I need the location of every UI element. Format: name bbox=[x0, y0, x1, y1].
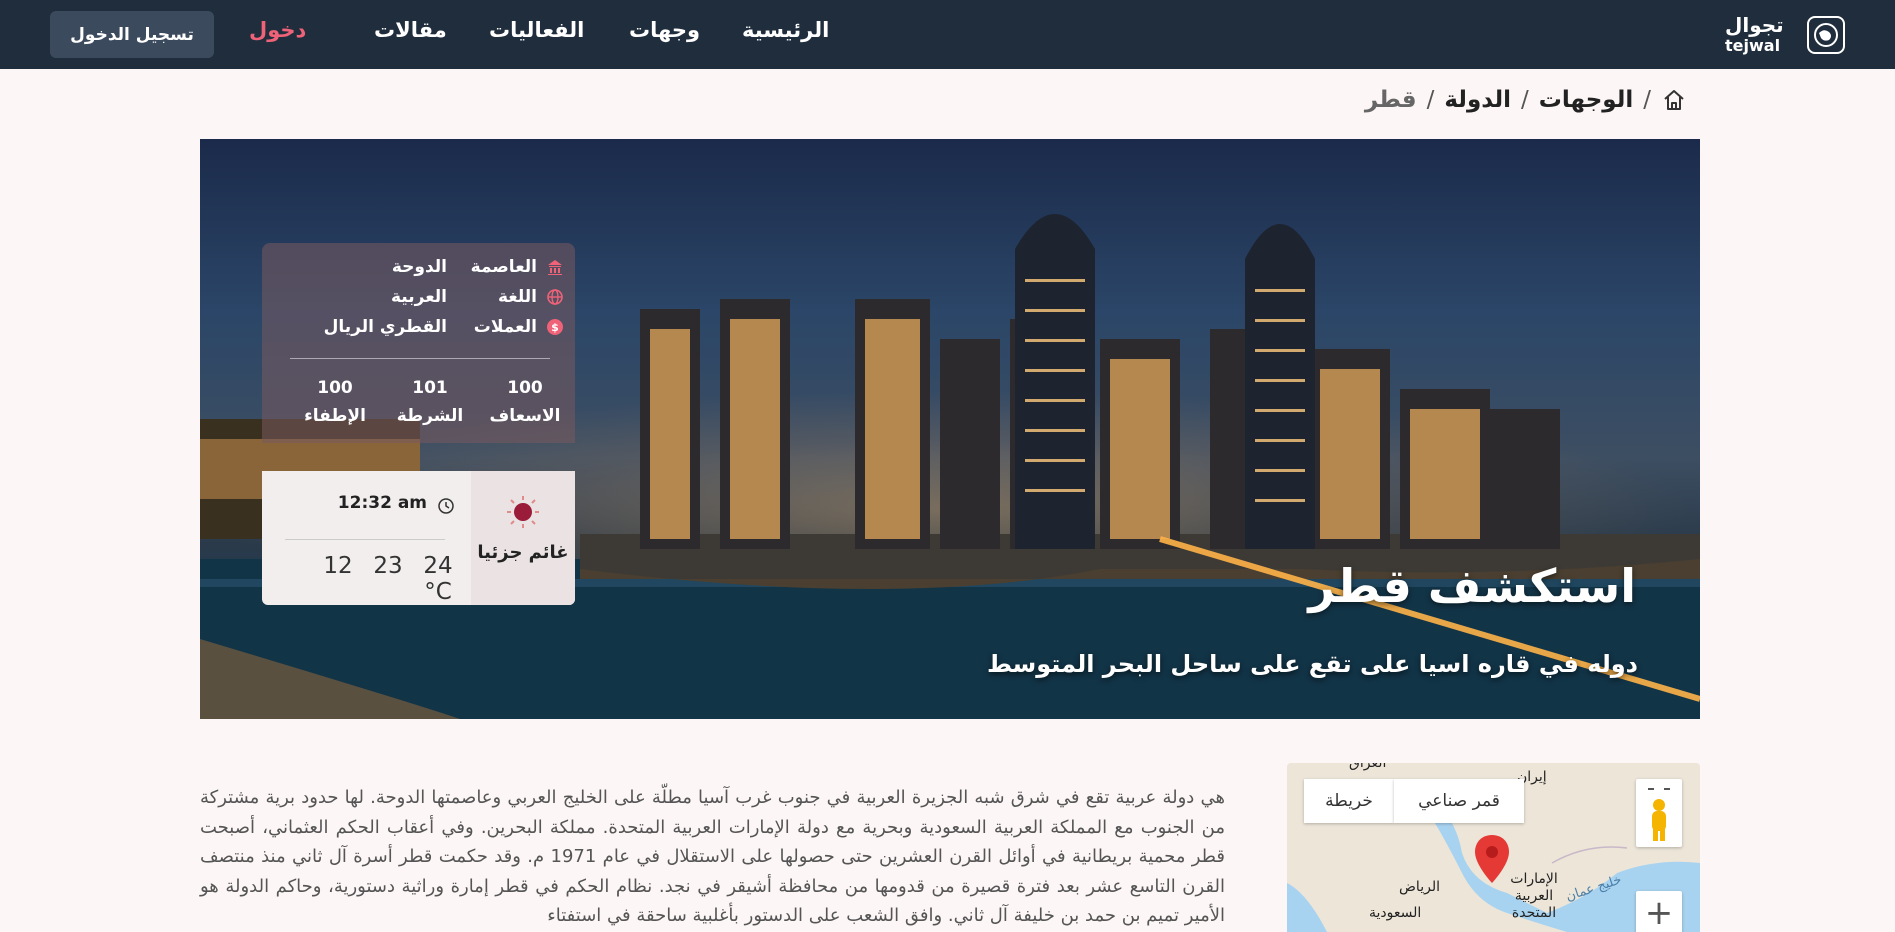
emergency-ambulance: 100 الاسعاف bbox=[485, 378, 565, 426]
hero-title: استكشف قطر bbox=[1308, 559, 1636, 613]
capital-building-icon bbox=[545, 257, 565, 277]
language-label: اللغة bbox=[497, 287, 537, 307]
weather-condition: غائم جزئيا bbox=[477, 542, 569, 563]
map-type-satellite-button[interactable]: قمر صناعي bbox=[1394, 779, 1524, 823]
capital-value: الدوحة bbox=[391, 257, 447, 277]
nav-link-events[interactable]: الفعاليات bbox=[489, 18, 584, 42]
map-label-saudi: السعودية bbox=[1369, 905, 1422, 921]
weather-divider bbox=[285, 539, 445, 540]
hero-subtitle: دوله في قاره اسيا على تقع على ساحل البحر… bbox=[986, 650, 1638, 678]
weather-widget: غائم جزئيا 12:32 am 12 23 24 °C bbox=[262, 471, 575, 605]
temperature-current: 24 °C bbox=[423, 553, 453, 605]
currency-label: العملات bbox=[473, 317, 537, 337]
breadcrumb-destinations[interactable]: الوجهات bbox=[1539, 87, 1633, 113]
info-language: اللغة العربية bbox=[391, 285, 565, 309]
nav-link-home[interactable]: الرئيسية bbox=[742, 18, 829, 42]
country-map[interactable]: العراق إيران الرياض السعودية الإمارات ال… bbox=[1287, 763, 1700, 932]
breadcrumb-current: قطر bbox=[1364, 87, 1417, 113]
info-currency: $ العملات القطري الريال bbox=[324, 315, 565, 339]
map-marker-icon[interactable] bbox=[1475, 835, 1509, 883]
emergency-police: 101 الشرطة bbox=[390, 378, 470, 426]
police-number: 101 bbox=[412, 378, 448, 398]
home-icon[interactable] bbox=[1661, 87, 1687, 113]
local-time: 12:32 am bbox=[337, 493, 427, 513]
police-label: الشرطة bbox=[396, 406, 464, 426]
zoom-in-button[interactable]: + bbox=[1636, 891, 1682, 932]
temperature-low: 12 bbox=[323, 553, 353, 579]
country-info-card: العاصمة الدوحة اللغة العربية $ العملات ا… bbox=[262, 243, 575, 443]
svg-text:$: $ bbox=[551, 321, 559, 334]
nav-link-articles[interactable]: مقالات bbox=[374, 18, 447, 42]
map-label-iraq: العراق bbox=[1349, 763, 1387, 771]
street-view-pegman-icon[interactable] bbox=[1636, 779, 1682, 847]
fire-number: 100 bbox=[317, 378, 353, 398]
emergency-fire: 100 الإطفاء bbox=[295, 378, 375, 426]
logo-globe-icon bbox=[1807, 16, 1845, 54]
sun-icon bbox=[507, 496, 539, 528]
currency-coin-icon: $ bbox=[545, 317, 565, 337]
info-capital: العاصمة الدوحة bbox=[392, 255, 565, 279]
nav-link-destinations[interactable]: وجهات bbox=[629, 18, 700, 42]
hero-banner: استكشف قطر دوله في قاره اسيا على تقع على… bbox=[200, 139, 1700, 719]
map-label-uae: الإمارات العربية المتحدة bbox=[1510, 871, 1558, 921]
language-value: العربية bbox=[390, 287, 447, 307]
globe-icon bbox=[545, 287, 565, 307]
breadcrumb: / الوجهات / الدولة / قطر bbox=[1365, 84, 1687, 116]
signup-button[interactable]: تسجيل الدخول bbox=[50, 11, 214, 58]
map-label-riyadh: الرياض bbox=[1399, 879, 1440, 895]
logo-subtext: tejwal bbox=[1725, 36, 1781, 55]
map-type-map-button[interactable]: خريطة bbox=[1304, 779, 1394, 823]
breadcrumb-country[interactable]: الدولة bbox=[1444, 87, 1511, 113]
clock-icon bbox=[438, 498, 454, 514]
temperature-row: 12 23 24 °C bbox=[313, 553, 463, 605]
ambulance-number: 100 bbox=[507, 378, 543, 398]
breadcrumb-separator: / bbox=[1426, 87, 1435, 113]
breadcrumb-separator: / bbox=[1643, 87, 1651, 113]
fire-label: الإطفاء bbox=[304, 406, 366, 426]
logo-text: تجوال bbox=[1725, 13, 1784, 37]
top-navbar: تجوال tejwal الرئيسية وجهات الفعاليات مق… bbox=[0, 0, 1895, 69]
site-logo[interactable]: تجوال tejwal bbox=[1725, 14, 1845, 56]
info-divider bbox=[290, 358, 550, 359]
country-description: هي دولة عربية تقع في شرق شبه الجزيرة الع… bbox=[200, 787, 1226, 926]
login-link[interactable]: دخول bbox=[249, 18, 306, 42]
weather-condition-panel: غائم جزئيا bbox=[471, 471, 575, 605]
capital-label: العاصمة bbox=[470, 257, 537, 277]
ambulance-label: الاسعاف bbox=[489, 406, 561, 426]
breadcrumb-separator: / bbox=[1521, 87, 1529, 113]
currency-value: القطري الريال bbox=[323, 317, 447, 337]
temperature-high: 23 bbox=[373, 553, 403, 579]
